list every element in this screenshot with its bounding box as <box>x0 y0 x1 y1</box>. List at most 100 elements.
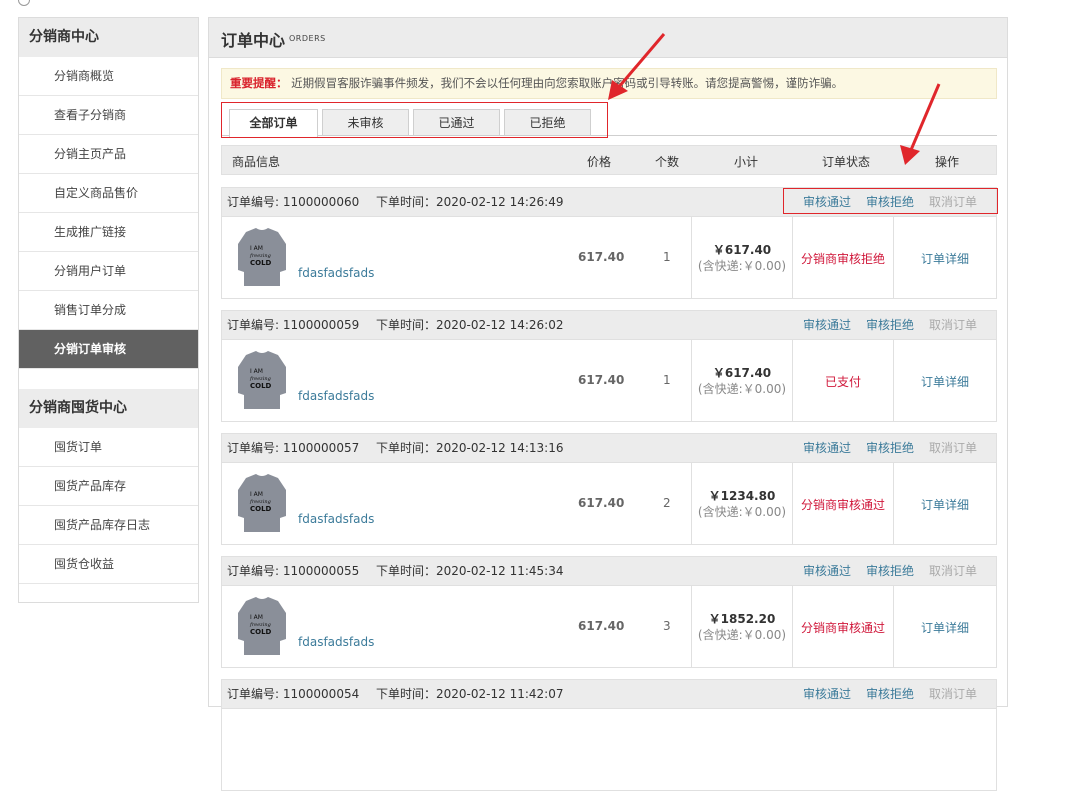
subtotal: ￥617.40 <box>712 243 772 257</box>
order-detail-link[interactable]: 订单详细 <box>894 373 996 390</box>
order-number: 订单编号: 1100000059 <box>227 318 360 332</box>
sidebar-item-stock-earnings[interactable]: 囤货仓收益 <box>19 545 198 584</box>
column-ops: 操作 <box>935 155 960 169</box>
reject-link[interactable]: 审核拒绝 <box>866 680 914 708</box>
product-name-link[interactable]: fdasfadsfads <box>298 389 374 403</box>
subtotal: ￥617.40 <box>712 366 772 380</box>
unit-price: 617.40 <box>578 250 625 264</box>
sidebar-item-order-share[interactable]: 销售订单分成 <box>19 291 198 330</box>
sweatshirt-thumbnail[interactable]: I AM freezing COLD <box>236 349 288 411</box>
order-bar: 订单编号: 1100000059 下单时间：2020-02-12 14:26:0… <box>222 311 996 340</box>
subtotal: ￥1852.20 <box>708 612 776 626</box>
order-status: 分销商审核通过 <box>800 498 885 512</box>
order-body: I AM freezing COLD fdasfadsfads 617.40 1… <box>222 340 996 422</box>
reject-link[interactable]: 审核拒绝 <box>866 434 914 462</box>
order-center-panel: 订单中心 ORDERS 重要提醒： 近期假冒客服诈骗事件频发，我们不会以任何理由… <box>208 17 1008 791</box>
column-product: 商品信息 <box>232 155 281 169</box>
sidebar-item-stock-orders[interactable]: 囤货订单 <box>19 428 198 467</box>
approve-link[interactable]: 审核通过 <box>803 680 851 708</box>
svg-text:I AM: I AM <box>250 245 263 252</box>
page-title: 订单中心 <box>221 31 286 50</box>
svg-text:I AM: I AM <box>250 614 263 621</box>
sidebar-item-order-review[interactable]: 分销订单审核 <box>19 330 198 369</box>
sweatshirt-thumbnail[interactable]: I AM freezing COLD <box>236 595 288 657</box>
product-name-link[interactable]: fdasfadsfads <box>298 266 374 280</box>
svg-text:I AM: I AM <box>250 368 263 375</box>
sweatshirt-thumbnail[interactable]: I AM freezing COLD <box>236 226 288 288</box>
order-bar: 订单编号: 1100000054 下单时间：2020-02-12 11:42:0… <box>222 680 996 709</box>
order-time: 下单时间：2020-02-12 14:13:16 <box>376 441 564 455</box>
order-time: 下单时间：2020-02-12 14:26:02 <box>376 318 564 332</box>
order-detail-link[interactable]: 订单详细 <box>894 496 996 513</box>
sidebar: 分销商中心 分销商概览 查看子分销商 分销主页产品 自定义商品售价 生成推广链接… <box>18 17 199 603</box>
sidebar-item-sub-distributors[interactable]: 查看子分销商 <box>19 96 198 135</box>
order-status: 分销商审核通过 <box>800 621 885 635</box>
quantity: 3 <box>663 619 671 633</box>
approve-link[interactable]: 审核通过 <box>803 311 851 339</box>
order-row: 订单编号: 1100000055 下单时间：2020-02-12 11:45:3… <box>221 556 997 668</box>
approve-link[interactable]: 审核通过 <box>803 434 851 462</box>
cancel-order-link[interactable]: 取消订单 <box>929 557 977 585</box>
order-detail-link[interactable]: 订单详细 <box>894 250 996 267</box>
shipping-fee: (含快递:￥0.00) <box>697 382 787 396</box>
unit-price: 617.40 <box>578 373 625 387</box>
subtotal: ￥1234.80 <box>708 489 776 503</box>
shipping-fee: (含快递:￥0.00) <box>697 628 787 642</box>
order-time: 下单时间：2020-02-12 11:45:34 <box>376 564 564 578</box>
actions-highlight-box <box>783 188 998 214</box>
reject-link[interactable]: 审核拒绝 <box>866 557 914 585</box>
order-row: 订单编号: 1100000054 下单时间：2020-02-12 11:42:0… <box>221 679 997 791</box>
sidebar-item-promo-link[interactable]: 生成推广链接 <box>19 213 198 252</box>
order-row: 订单编号: 1100000057 下单时间：2020-02-12 14:13:1… <box>221 433 997 545</box>
cancel-order-link[interactable]: 取消订单 <box>929 680 977 708</box>
column-status: 订单状态 <box>822 155 871 169</box>
sidebar-item-custom-price[interactable]: 自定义商品售价 <box>19 174 198 213</box>
sidebar-item-home-products[interactable]: 分销主页产品 <box>19 135 198 174</box>
sidebar-item-stock-inventory[interactable]: 囤货产品库存 <box>19 467 198 506</box>
sweatshirt-thumbnail[interactable]: I AM freezing COLD <box>236 472 288 534</box>
order-body: I AM freezing COLD fdasfadsfads 617.40 1… <box>222 217 996 299</box>
page-subtitle: ORDERS <box>289 34 326 43</box>
order-number: 订单编号: 1100000054 <box>227 687 360 701</box>
circle-icon <box>18 0 30 6</box>
table-header: 商品信息 价格 个数 小计 订单状态 操作 <box>221 145 997 175</box>
quantity: 2 <box>663 496 671 510</box>
sidebar-section-title: 分销商囤货中心 <box>19 389 198 428</box>
order-number: 订单编号: 1100000057 <box>227 441 360 455</box>
sidebar-item-stock-log[interactable]: 囤货产品库存日志 <box>19 506 198 545</box>
sidebar-section-title: 分销商中心 <box>19 18 198 57</box>
order-row: 订单编号: 1100000059 下单时间：2020-02-12 14:26:0… <box>221 310 997 422</box>
approve-link[interactable]: 审核通过 <box>803 557 851 585</box>
reject-link[interactable]: 审核拒绝 <box>866 311 914 339</box>
svg-text:COLD: COLD <box>250 628 272 636</box>
sidebar-item-user-orders[interactable]: 分销用户订单 <box>19 252 198 291</box>
cancel-order-link[interactable]: 取消订单 <box>929 434 977 462</box>
notice-text: 近期假冒客服诈骗事件频发，我们不会以任何理由向您索取账户密码或引导转账。请您提高… <box>291 76 844 90</box>
shipping-fee: (含快递:￥0.00) <box>697 259 787 273</box>
panel-header: 订单中心 ORDERS <box>209 18 1007 58</box>
top-strip <box>18 0 218 6</box>
order-status: 分销商审核拒绝 <box>800 252 885 266</box>
order-time: 下单时间：2020-02-12 14:26:49 <box>376 195 564 209</box>
order-time: 下单时间：2020-02-12 11:42:07 <box>376 687 564 701</box>
order-status: 已支付 <box>824 375 861 389</box>
quantity: 1 <box>663 250 671 264</box>
svg-text:COLD: COLD <box>250 505 272 513</box>
order-number: 订单编号: 1100000060 <box>227 195 360 209</box>
column-subtotal: 小计 <box>734 155 759 169</box>
shipping-fee: (含快递:￥0.00) <box>697 505 787 519</box>
cancel-order-link[interactable]: 取消订单 <box>929 311 977 339</box>
order-number: 订单编号: 1100000055 <box>227 564 360 578</box>
order-detail-link[interactable]: 订单详细 <box>894 619 996 636</box>
product-name-link[interactable]: fdasfadsfads <box>298 512 374 526</box>
order-bar: 订单编号: 1100000055 下单时间：2020-02-12 11:45:3… <box>222 557 996 586</box>
unit-price: 617.40 <box>578 619 625 633</box>
column-qty: 个数 <box>655 155 680 169</box>
svg-text:I AM: I AM <box>250 491 263 498</box>
svg-text:COLD: COLD <box>250 382 272 390</box>
sidebar-item-overview[interactable]: 分销商概览 <box>19 57 198 96</box>
order-bar: 订单编号: 1100000057 下单时间：2020-02-12 14:13:1… <box>222 434 996 463</box>
product-name-link[interactable]: fdasfadsfads <box>298 635 374 649</box>
svg-text:COLD: COLD <box>250 259 272 267</box>
order-body: I AM freezing COLD fdasfadsfads 617.40 3… <box>222 586 996 668</box>
